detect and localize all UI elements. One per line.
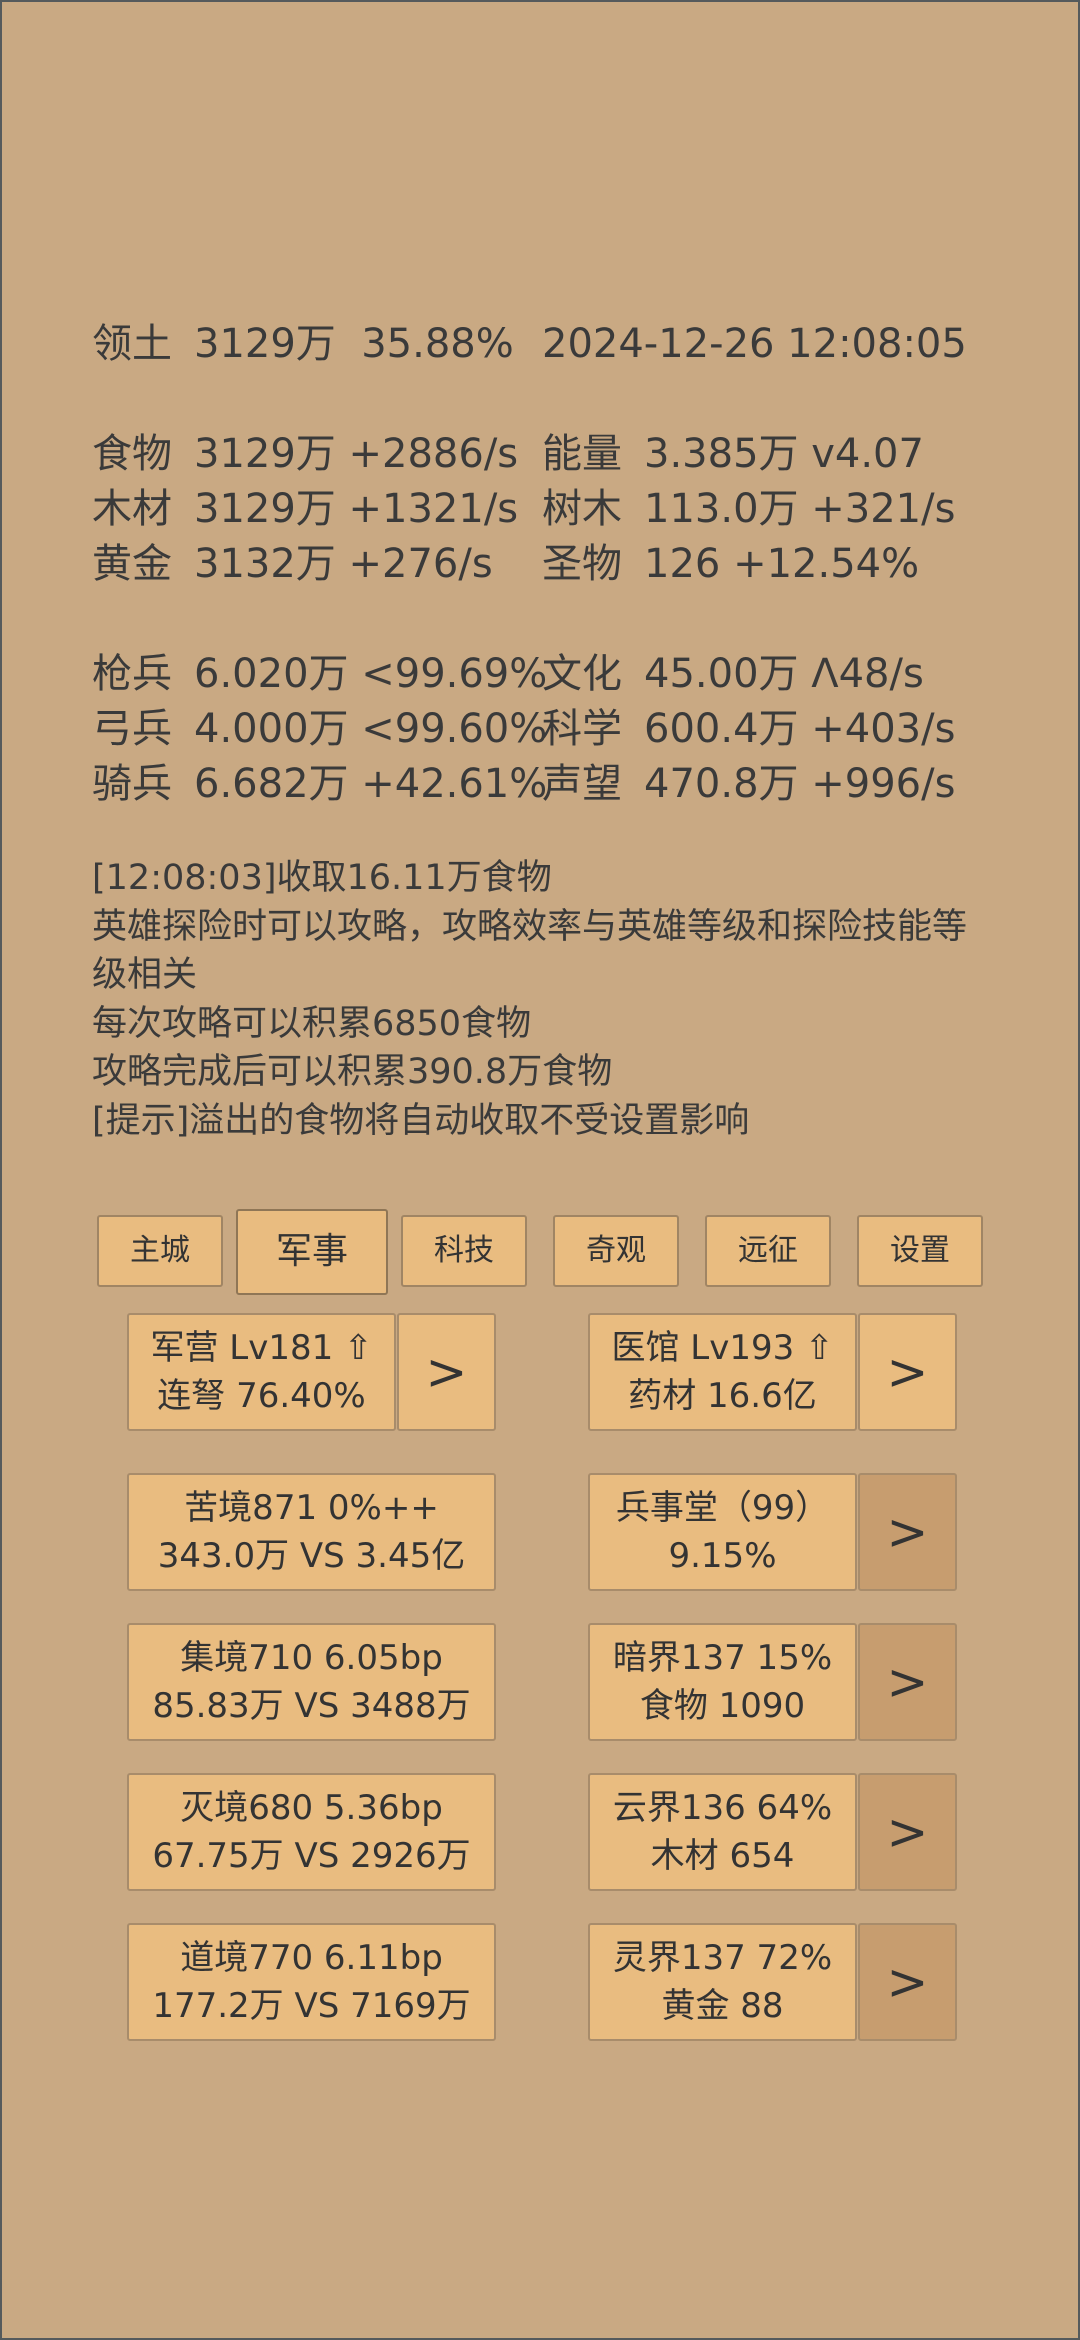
realm-title: 灭境680 5.36bp xyxy=(180,1788,443,1828)
troop-name: 枪兵 xyxy=(92,651,172,697)
log-line: 攻略完成后可以积累390.8万食物 xyxy=(92,1052,613,1092)
tab-wonders[interactable]: 奇观 xyxy=(553,1215,679,1287)
troop-row: 弓兵 4.000万 <99.60% 科学 600.4万 +403/s xyxy=(92,702,1052,757)
realm-button[interactable]: 灭境680 5.36bp 67.75万 VS 2926万 xyxy=(127,1773,496,1891)
troop-row: 骑兵 6.682万 +42.61% 声望 470.8万 +996/s xyxy=(92,757,1052,812)
expedition-button[interactable]: 暗界137 15% 食物 1090 xyxy=(588,1623,857,1741)
resource-row: 黄金 3132万 +276/s 圣物 126 +12.54% xyxy=(92,537,1052,592)
troop-value: 6.682万 +42.61% xyxy=(194,761,548,807)
barracks-arrow-button[interactable]: > xyxy=(397,1313,496,1431)
expedition-arrow-button[interactable]: > xyxy=(858,1923,957,2041)
expedition-button[interactable]: 兵事堂（99） 9.15% xyxy=(588,1473,857,1591)
hospital-level: 医馆 Lv193 ⇧ xyxy=(611,1328,834,1368)
troop-value: 45.00万 Λ48/s xyxy=(644,651,924,697)
realm-button[interactable]: 集境710 6.05bp 85.83万 VS 3488万 xyxy=(127,1623,496,1741)
territory-label: 领土 xyxy=(92,321,172,367)
realm-power: 343.0万 VS 3.45亿 xyxy=(157,1536,466,1576)
tab-bar: 主城 军事 科技 奇观 远征 设置 xyxy=(2,1209,1080,1299)
territory-value: 3129万 xyxy=(194,321,336,367)
realm-title: 苦境871 0%++ xyxy=(184,1488,439,1528)
log-line: 每次攻略可以积累6850食物 xyxy=(92,1003,532,1044)
resource-name: 黄金 xyxy=(92,541,172,587)
resource-name: 食物 xyxy=(92,431,172,477)
expedition-title: 兵事堂（99） xyxy=(615,1488,830,1528)
expedition-title: 灵界137 72% xyxy=(612,1938,833,1978)
tab-main-city[interactable]: 主城 xyxy=(97,1215,223,1287)
expedition-title: 暗界137 15% xyxy=(612,1638,833,1678)
resource-row: 木材 3129万 +1321/s 树木 113.0万 +321/s xyxy=(92,482,1052,537)
barracks-detail: 连弩 76.40% xyxy=(157,1376,366,1416)
expedition-arrow-button[interactable]: > xyxy=(858,1623,957,1741)
barracks-level: 军营 Lv181 ⇧ xyxy=(150,1328,373,1368)
territory-row: 领土 3129万 35.88% 2024-12-26 12:08:05 xyxy=(92,317,1052,372)
resource-name: 能量 xyxy=(542,431,622,477)
resource-name: 树木 xyxy=(542,486,622,532)
expedition-detail: 黄金 88 xyxy=(661,1986,784,2026)
expedition-title: 云界136 64% xyxy=(612,1788,833,1828)
log-line: [提示]溢出的食物将自动收取不受设置影响 xyxy=(92,1100,750,1141)
tab-technology[interactable]: 科技 xyxy=(401,1215,527,1287)
tab-settings[interactable]: 设置 xyxy=(857,1215,983,1287)
territory-pct: 35.88% xyxy=(361,321,514,367)
hospital-arrow-button[interactable]: > xyxy=(858,1313,957,1431)
barracks-button[interactable]: 军营 Lv181 ⇧ 连弩 76.40% xyxy=(127,1313,396,1431)
troop-name: 弓兵 xyxy=(92,706,172,752)
stats-panel: 领土 3129万 35.88% 2024-12-26 12:08:05 食物 312… xyxy=(92,317,1052,812)
resource-value: 3129万 +2886/s xyxy=(194,431,519,477)
troop-value: 470.8万 +996/s xyxy=(644,761,956,807)
expedition-button[interactable]: 云界136 64% 木材 654 xyxy=(588,1773,857,1891)
realm-title: 集境710 6.05bp xyxy=(180,1638,443,1678)
troop-value: 6.020万 <99.69% xyxy=(194,651,548,697)
expedition-detail: 9.15% xyxy=(668,1536,777,1576)
realm-power: 67.75万 VS 2926万 xyxy=(152,1836,471,1876)
troop-name: 科学 xyxy=(542,706,622,752)
log-line: [12:08:03]收取16.11万食物 xyxy=(92,858,552,898)
expedition-detail: 木材 654 xyxy=(650,1836,795,1876)
resource-value: 3132万 +276/s xyxy=(194,541,493,587)
troop-name: 声望 xyxy=(542,761,622,807)
resource-value: 3129万 +1321/s xyxy=(194,486,519,532)
realm-button[interactable]: 道境770 6.11bp 177.2万 VS 7169万 xyxy=(127,1923,496,2041)
game-screen: 领土 3129万 35.88% 2024-12-26 12:08:05 食物 312… xyxy=(2,2,1078,2338)
realm-button[interactable]: 苦境871 0%++ 343.0万 VS 3.45亿 xyxy=(127,1473,496,1591)
hospital-button[interactable]: 医馆 Lv193 ⇧ 药材 16.6亿 xyxy=(588,1313,857,1431)
resource-row: 食物 3129万 +2886/s 能量 3.385万 v4.07 xyxy=(92,427,1052,482)
game-datetime: 2024-12-26 12:08:05 xyxy=(542,321,967,367)
realm-power: 177.2万 VS 7169万 xyxy=(152,1986,471,2026)
troop-name: 文化 xyxy=(542,651,622,697)
resource-name: 木材 xyxy=(92,486,172,532)
troop-value: 4.000万 <99.60% xyxy=(194,706,548,752)
resource-value: 3.385万 v4.07 xyxy=(644,431,924,477)
troop-row: 枪兵 6.020万 <99.69% 文化 45.00万 Λ48/s xyxy=(92,647,1052,702)
expedition-button[interactable]: 灵界137 72% 黄金 88 xyxy=(588,1923,857,2041)
realm-power: 85.83万 VS 3488万 xyxy=(152,1686,471,1726)
resource-value: 113.0万 +321/s xyxy=(644,486,956,532)
troop-name: 骑兵 xyxy=(92,761,172,807)
expedition-arrow-button[interactable]: > xyxy=(858,1473,957,1591)
realm-title: 道境770 6.11bp xyxy=(180,1938,443,1978)
troop-value: 600.4万 +403/s xyxy=(644,706,956,752)
tab-military[interactable]: 军事 xyxy=(236,1209,388,1295)
expedition-detail: 食物 1090 xyxy=(639,1686,806,1726)
expedition-arrow-button[interactable]: > xyxy=(858,1773,957,1891)
resource-value: 126 +12.54% xyxy=(644,541,920,587)
resource-name: 圣物 xyxy=(542,541,622,587)
hospital-detail: 药材 16.6亿 xyxy=(628,1376,817,1416)
tab-expedition[interactable]: 远征 xyxy=(705,1215,831,1287)
message-log: [12:08:03]收取16.11万食物 英雄探险时可以攻略，攻略效率与英雄等级… xyxy=(92,854,992,1145)
log-line: 英雄探险时可以攻略，攻略效率与英雄等级和探险技能等级相关 xyxy=(92,906,968,996)
